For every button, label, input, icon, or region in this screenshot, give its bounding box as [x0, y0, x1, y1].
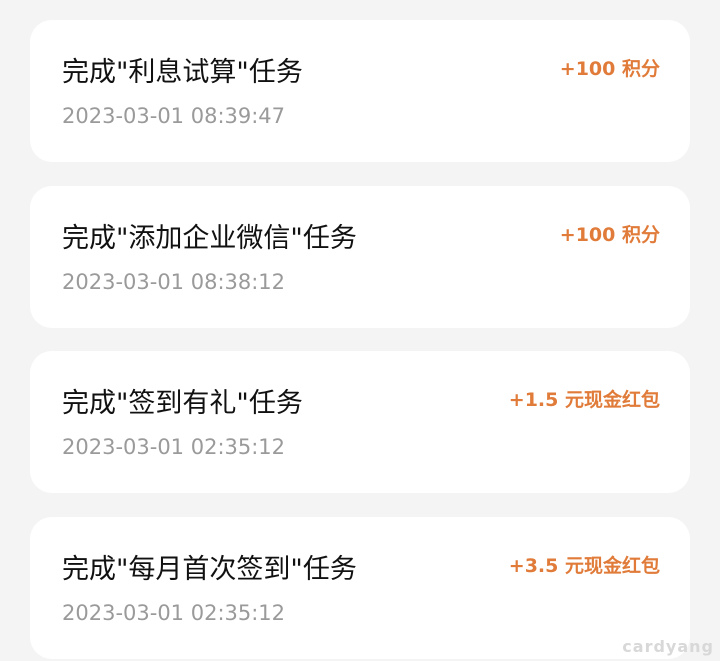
task-title: 完成"签到有礼"任务	[62, 388, 303, 419]
reward-amount: +3.5 元现金红包	[508, 555, 660, 577]
task-timestamp: 2023-03-01 08:38:12	[62, 270, 286, 294]
task-title: 完成"添加企业微信"任务	[62, 223, 357, 254]
task-timestamp: 2023-03-01 02:35:12	[62, 601, 286, 625]
reward-amount: +1.5 元现金红包	[508, 389, 660, 411]
list-item[interactable]: 完成"利息试算"任务 2023-03-01 08:39:47 +100 积分	[30, 20, 690, 162]
list-item[interactable]: 完成"每月首次签到"任务 2023-03-01 02:35:12 +3.5 元现…	[30, 517, 690, 659]
task-timestamp: 2023-03-01 08:39:47	[62, 104, 286, 128]
task-title: 完成"每月首次签到"任务	[62, 554, 357, 585]
list-item[interactable]: 完成"添加企业微信"任务 2023-03-01 08:38:12 +100 积分	[30, 186, 690, 328]
reward-history-screen: 完成"利息试算"任务 2023-03-01 08:39:47 +100 积分 完…	[0, 0, 720, 661]
list-item[interactable]: 完成"签到有礼"任务 2023-03-01 02:35:12 +1.5 元现金红…	[30, 351, 690, 493]
reward-amount: +100 积分	[559, 224, 660, 246]
reward-amount: +100 积分	[559, 58, 660, 80]
task-title: 完成"利息试算"任务	[62, 57, 303, 88]
task-timestamp: 2023-03-01 02:35:12	[62, 435, 286, 459]
watermark: cardyang	[622, 637, 714, 656]
